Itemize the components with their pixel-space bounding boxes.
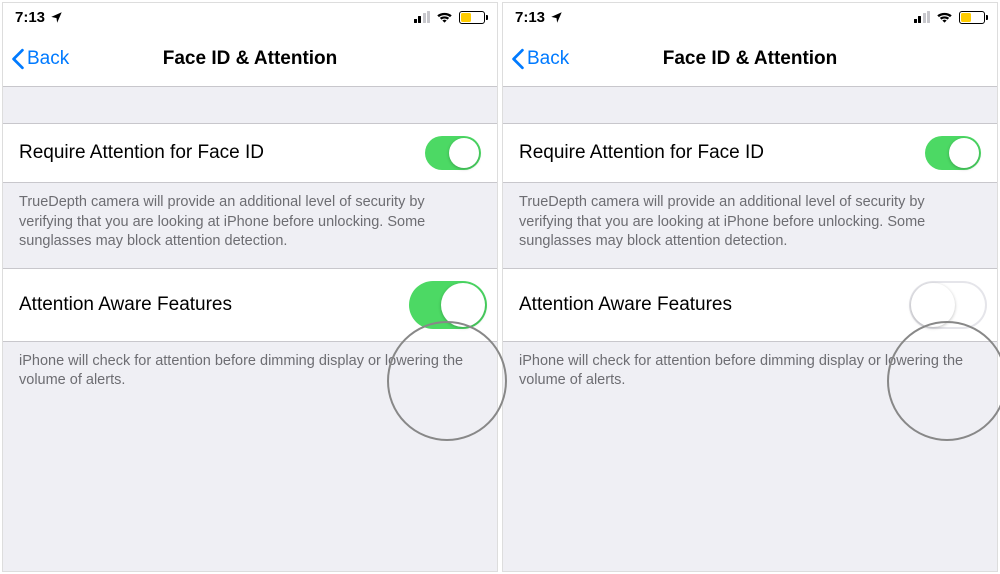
phone-screen-right: 7:13 Back Face ID & Attention Require At… [502,2,998,572]
status-time: 7:13 [515,9,545,26]
location-arrow-icon [50,11,63,24]
attention-aware-footer: iPhone will check for attention before d… [503,342,997,407]
page-title: Face ID & Attention [163,48,338,70]
require-attention-label: Require Attention for Face ID [519,142,764,164]
nav-bar: Back Face ID & Attention [3,31,497,87]
nav-bar: Back Face ID & Attention [503,31,997,87]
location-arrow-icon [550,11,563,24]
require-attention-footer: TrueDepth camera will provide an additio… [503,183,997,268]
page-title: Face ID & Attention [663,48,838,70]
battery-icon [959,11,985,24]
status-bar: 7:13 [3,3,497,31]
signal-icon [414,11,431,23]
attention-aware-label: Attention Aware Features [519,294,732,316]
attention-aware-toggle[interactable] [409,281,487,329]
back-button[interactable]: Back [3,48,69,70]
attention-aware-row: Attention Aware Features [3,268,497,342]
require-attention-footer: TrueDepth camera will provide an additio… [3,183,497,268]
require-attention-toggle[interactable] [925,136,981,170]
attention-aware-toggle[interactable] [909,281,987,329]
attention-aware-footer: iPhone will check for attention before d… [3,342,497,407]
status-time: 7:13 [15,9,45,26]
back-label: Back [527,48,569,70]
back-label: Back [27,48,69,70]
signal-icon [914,11,931,23]
require-attention-toggle[interactable] [425,136,481,170]
battery-icon [459,11,485,24]
attention-aware-label: Attention Aware Features [19,294,232,316]
require-attention-row: Require Attention for Face ID [503,123,997,183]
chevron-left-icon [511,48,525,70]
phone-screen-left: 7:13 Back Face ID & Attention Require At… [2,2,498,572]
back-button[interactable]: Back [503,48,569,70]
wifi-icon [436,11,453,24]
status-bar: 7:13 [503,3,997,31]
require-attention-label: Require Attention for Face ID [19,142,264,164]
wifi-icon [936,11,953,24]
chevron-left-icon [11,48,25,70]
attention-aware-row: Attention Aware Features [503,268,997,342]
require-attention-row: Require Attention for Face ID [3,123,497,183]
